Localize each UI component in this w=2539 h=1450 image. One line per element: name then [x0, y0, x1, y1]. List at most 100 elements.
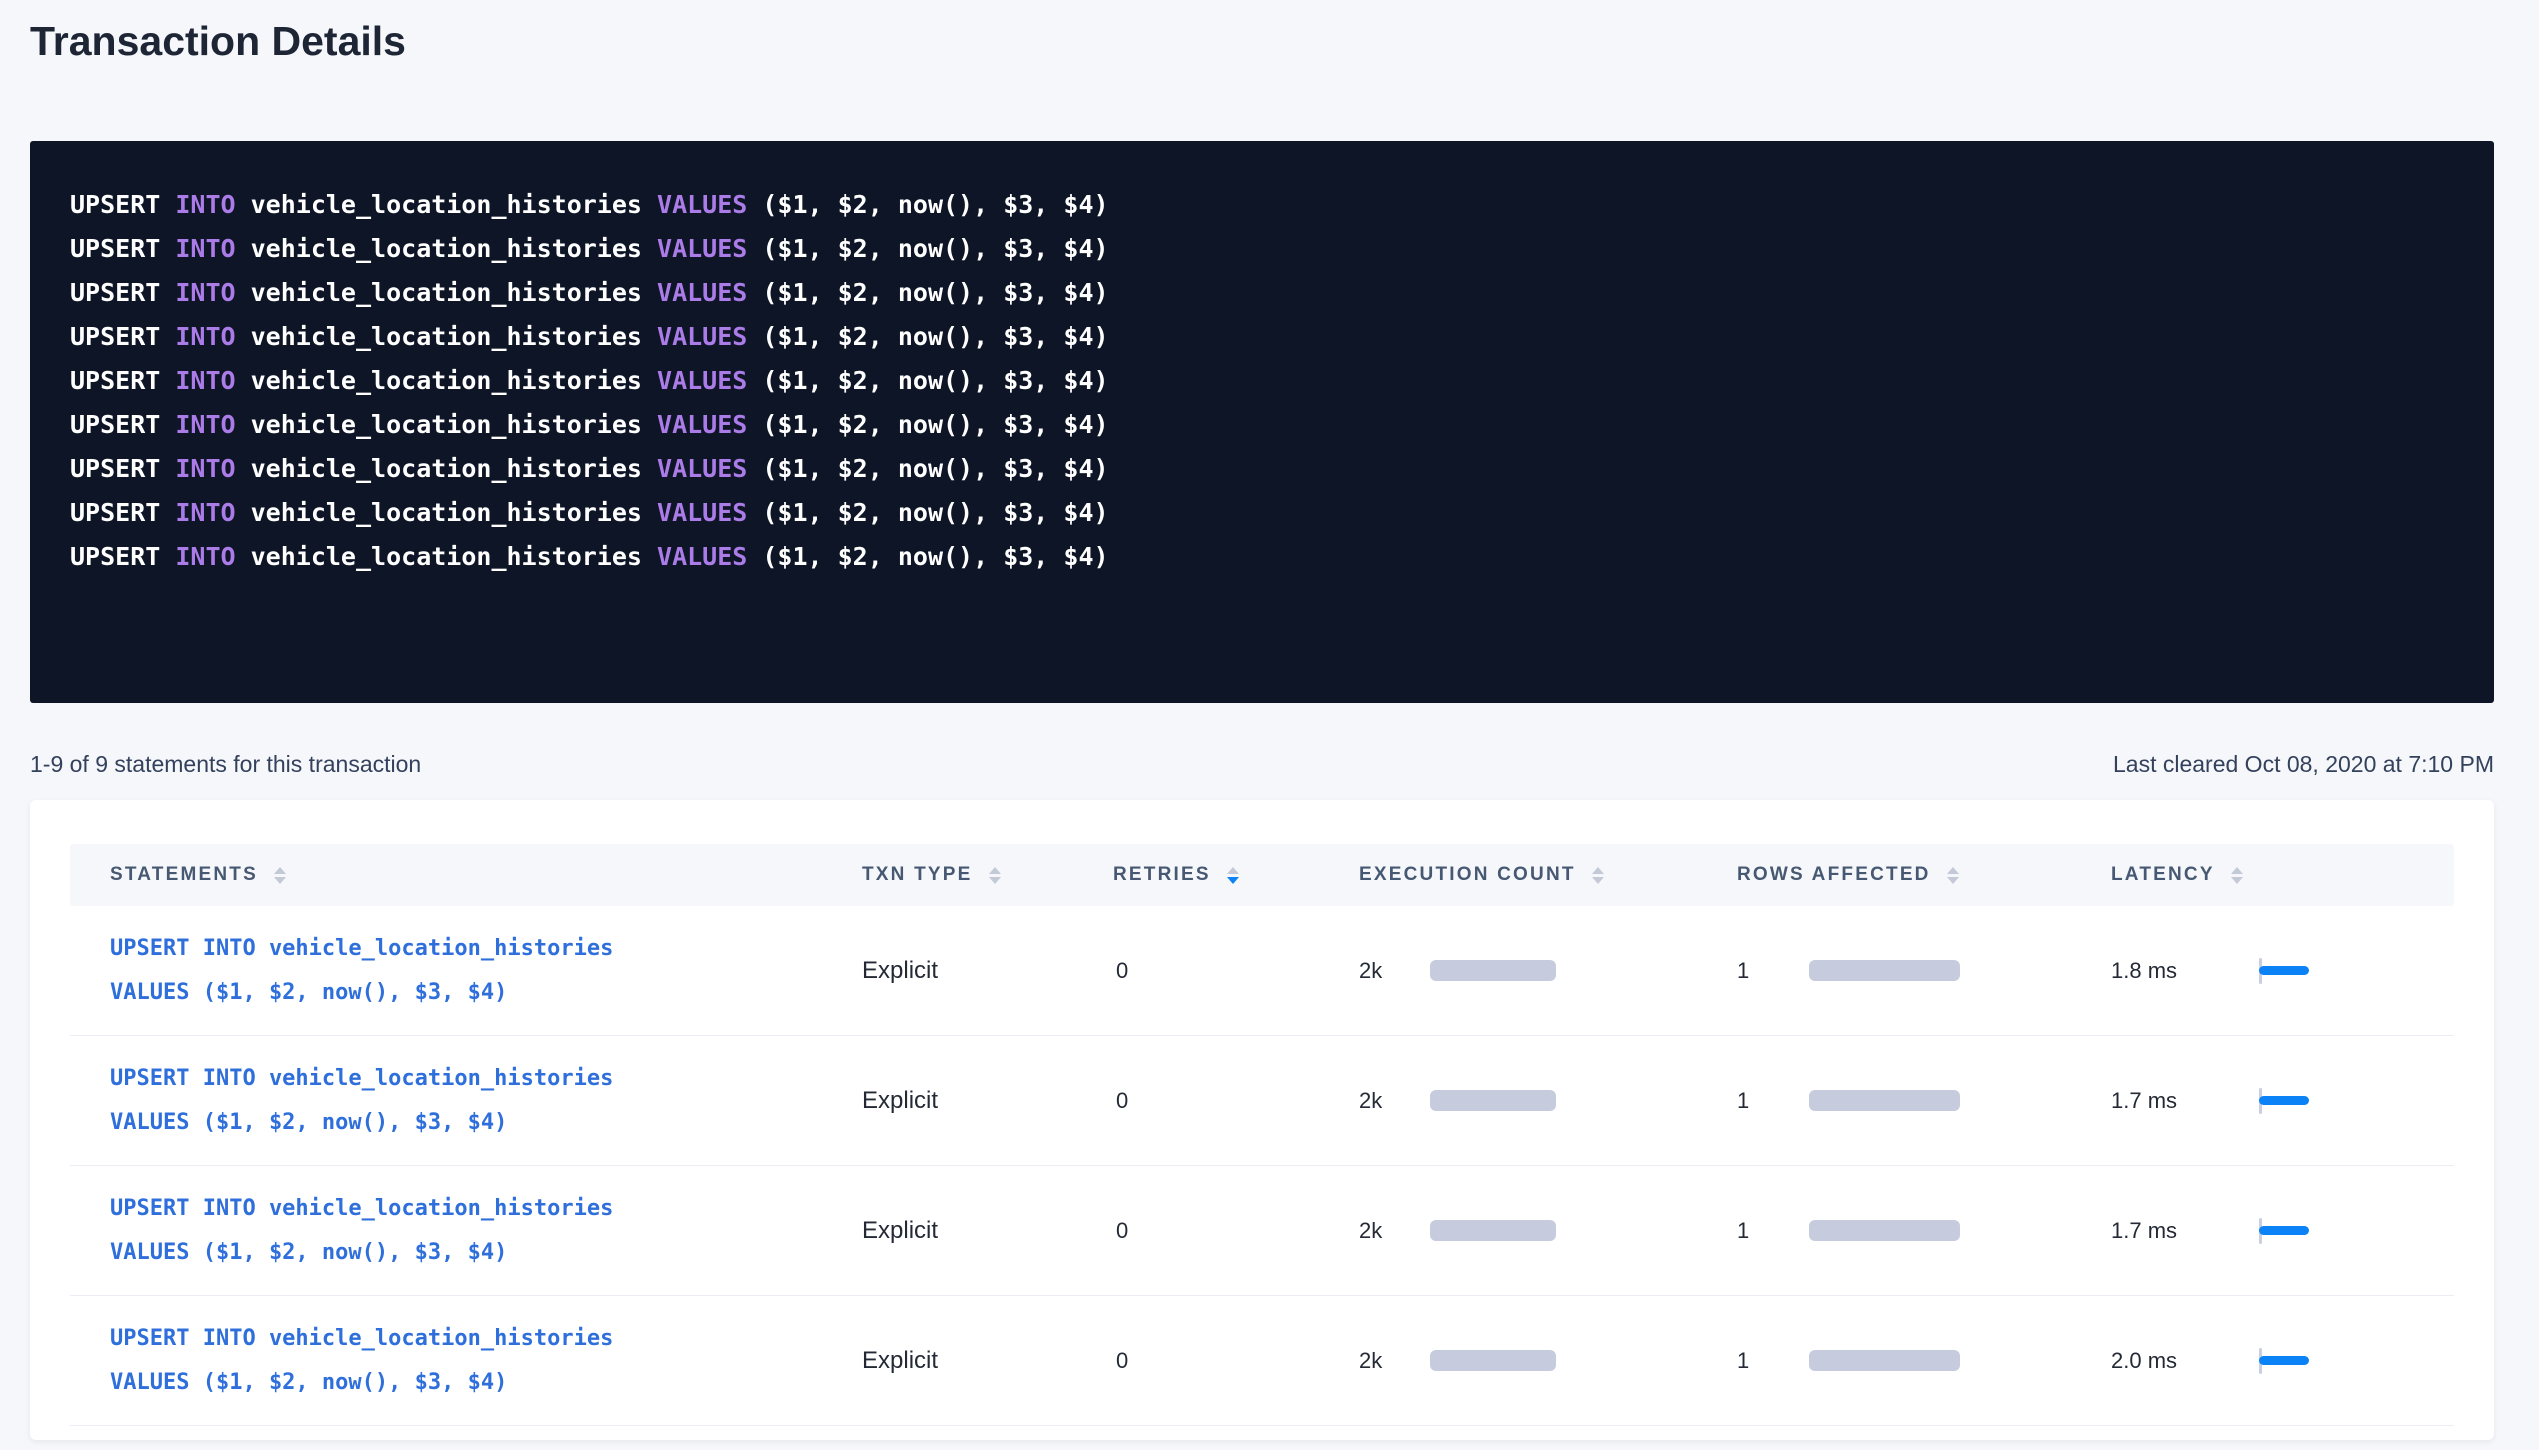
txn-type-value: Explicit [862, 1217, 938, 1244]
rows-affected-value: 1 [1737, 1088, 1783, 1114]
execution-count-cell: 2k [1359, 1348, 1737, 1374]
latency-bar-icon [2259, 1096, 2309, 1105]
column-header-execution-count[interactable]: EXECUTION COUNT [1359, 864, 1737, 886]
summary-bar: 1-9 of 9 statements for this transaction… [30, 751, 2494, 778]
statement-link-line1[interactable]: UPSERT INTO vehicle_location_histories [110, 1187, 862, 1231]
rows-affected-bar [1809, 1220, 1960, 1241]
rows-affected-cell: 1 [1737, 1088, 2111, 1114]
statements-card: STATEMENTS TXN TYPE RETRIES EXECUTION COUNT… [30, 800, 2494, 1440]
sort-arrows-icon[interactable] [989, 867, 1001, 884]
column-header-latency[interactable]: LATENCY [2111, 864, 2454, 886]
column-label: TXN TYPE [862, 864, 973, 886]
latency-cell: 2.0 ms [2111, 1345, 2454, 1377]
statements-table-body: UPSERT INTO vehicle_location_histories V… [70, 906, 2454, 1426]
sql-code-block: UPSERT INTO vehicle_location_histories V… [30, 141, 2494, 703]
execution-count-bar [1430, 1090, 1556, 1111]
execution-count-value: 2k [1359, 1088, 1405, 1114]
latency-cell: 1.8 ms [2111, 955, 2454, 987]
sql-statement-line: UPSERT INTO vehicle_location_histories V… [70, 535, 2454, 579]
statement-cell[interactable]: UPSERT INTO vehicle_location_histories V… [70, 1057, 862, 1145]
statement-link-line2[interactable]: VALUES ($1, $2, now(), $3, $4) [110, 1101, 862, 1145]
rows-affected-bar [1809, 960, 1960, 981]
sql-statement-line: UPSERT INTO vehicle_location_histories V… [70, 447, 2454, 491]
latency-chart [2259, 955, 2329, 987]
statement-link-line2[interactable]: VALUES ($1, $2, now(), $3, $4) [110, 1361, 862, 1405]
txn-type-cell: Explicit [862, 1087, 1113, 1115]
latency-bar-icon [2259, 966, 2309, 975]
statement-row[interactable]: UPSERT INTO vehicle_location_histories V… [70, 906, 2454, 1036]
column-label: EXECUTION COUNT [1359, 864, 1576, 886]
last-cleared-timestamp: Last cleared Oct 08, 2020 at 7:10 PM [2113, 751, 2494, 778]
latency-chart [2259, 1345, 2329, 1377]
execution-count-value: 2k [1359, 958, 1405, 984]
latency-chart [2259, 1085, 2329, 1117]
rows-affected-cell: 1 [1737, 958, 2111, 984]
retries-value: 0 [1116, 1088, 1128, 1113]
sql-statement-line: UPSERT INTO vehicle_location_histories V… [70, 227, 2454, 271]
column-label: ROWS AFFECTED [1737, 864, 1931, 886]
column-label: STATEMENTS [110, 864, 258, 886]
statement-link-line2[interactable]: VALUES ($1, $2, now(), $3, $4) [110, 1231, 862, 1275]
statement-cell[interactable]: UPSERT INTO vehicle_location_histories V… [70, 927, 862, 1015]
txn-type-cell: Explicit [862, 957, 1113, 985]
latency-bar-icon [2259, 1356, 2309, 1365]
sort-arrows-icon[interactable] [1947, 867, 1959, 884]
transaction-details-page: Transaction Details UPSERT INTO vehicle_… [0, 0, 2539, 1440]
rows-affected-bar [1809, 1350, 1960, 1371]
statement-row[interactable]: UPSERT INTO vehicle_location_histories V… [70, 1166, 2454, 1296]
sort-arrows-icon[interactable] [2231, 867, 2243, 884]
txn-type-cell: Explicit [862, 1347, 1113, 1375]
latency-chart [2259, 1215, 2329, 1247]
execution-count-cell: 2k [1359, 1088, 1737, 1114]
rows-affected-bar [1809, 1090, 1960, 1111]
latency-cell: 1.7 ms [2111, 1085, 2454, 1117]
latency-value: 1.8 ms [2111, 958, 2221, 984]
sql-statement-line: UPSERT INTO vehicle_location_histories V… [70, 271, 2454, 315]
retries-value: 0 [1116, 1218, 1128, 1243]
column-label: LATENCY [2111, 864, 2215, 886]
statement-link-line2[interactable]: VALUES ($1, $2, now(), $3, $4) [110, 971, 862, 1015]
column-header-statements[interactable]: STATEMENTS [70, 864, 862, 886]
txn-type-value: Explicit [862, 1087, 938, 1114]
rows-affected-cell: 1 [1737, 1348, 2111, 1374]
sql-statement-line: UPSERT INTO vehicle_location_histories V… [70, 403, 2454, 447]
column-header-retries[interactable]: RETRIES [1113, 864, 1359, 886]
statement-cell[interactable]: UPSERT INTO vehicle_location_histories V… [70, 1187, 862, 1275]
sort-arrows-icon[interactable] [274, 867, 286, 884]
rows-affected-value: 1 [1737, 958, 1783, 984]
statement-link-line1[interactable]: UPSERT INTO vehicle_location_histories [110, 1317, 862, 1361]
sort-arrows-icon[interactable] [1592, 867, 1604, 884]
execution-count-value: 2k [1359, 1348, 1405, 1374]
latency-cell: 1.7 ms [2111, 1215, 2454, 1247]
txn-type-value: Explicit [862, 957, 938, 984]
latency-value: 2.0 ms [2111, 1348, 2221, 1374]
rows-affected-value: 1 [1737, 1218, 1783, 1244]
statement-link-line1[interactable]: UPSERT INTO vehicle_location_histories [110, 927, 862, 971]
execution-count-cell: 2k [1359, 958, 1737, 984]
statements-summary: 1-9 of 9 statements for this transaction [30, 751, 421, 778]
latency-bar-icon [2259, 1226, 2309, 1235]
sql-statement-line: UPSERT INTO vehicle_location_histories V… [70, 491, 2454, 535]
statement-row[interactable]: UPSERT INTO vehicle_location_histories V… [70, 1036, 2454, 1166]
latency-value: 1.7 ms [2111, 1218, 2221, 1244]
page-title: Transaction Details [30, 0, 2494, 65]
statements-table-header: STATEMENTS TXN TYPE RETRIES EXECUTION COUNT… [70, 844, 2454, 906]
execution-count-value: 2k [1359, 1218, 1405, 1244]
sort-arrows-icon[interactable] [1227, 867, 1239, 884]
execution-count-bar [1430, 960, 1556, 981]
column-label: RETRIES [1113, 864, 1211, 886]
column-header-txn-type[interactable]: TXN TYPE [862, 864, 1113, 886]
statement-link-line1[interactable]: UPSERT INTO vehicle_location_histories [110, 1057, 862, 1101]
statement-row[interactable]: UPSERT INTO vehicle_location_histories V… [70, 1296, 2454, 1426]
statement-cell[interactable]: UPSERT INTO vehicle_location_histories V… [70, 1317, 862, 1405]
column-header-rows-affected[interactable]: ROWS AFFECTED [1737, 864, 2111, 886]
sql-statement-line: UPSERT INTO vehicle_location_histories V… [70, 183, 2454, 227]
txn-type-value: Explicit [862, 1347, 938, 1374]
retries-value: 0 [1116, 1348, 1128, 1373]
sql-statement-line: UPSERT INTO vehicle_location_histories V… [70, 315, 2454, 359]
retries-value: 0 [1116, 958, 1128, 983]
txn-type-cell: Explicit [862, 1217, 1113, 1245]
latency-value: 1.7 ms [2111, 1088, 2221, 1114]
retries-cell: 0 [1113, 958, 1359, 984]
retries-cell: 0 [1113, 1348, 1359, 1374]
